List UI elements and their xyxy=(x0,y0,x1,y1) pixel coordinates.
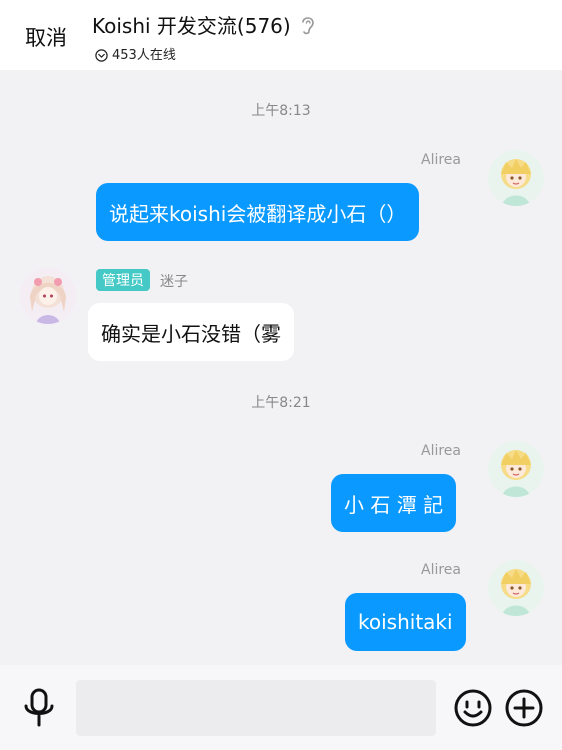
group-title-area[interactable]: Koishi 开发交流(576) 453人在线 xyxy=(92,10,317,63)
microphone-icon[interactable] xyxy=(22,688,56,728)
timestamp: 上午8:21 xyxy=(251,395,311,411)
admin-badge: 管理员 xyxy=(96,269,150,291)
avatar[interactable] xyxy=(488,441,544,497)
chat-header: 取消 Koishi 开发交流(576) 453人在线 xyxy=(0,0,562,70)
chevron-circle-icon xyxy=(95,47,108,62)
sender-name: Alirea xyxy=(421,443,461,459)
cancel-button[interactable]: 取消 xyxy=(25,22,67,52)
online-count: 453人在线 xyxy=(112,48,176,63)
plus-icon[interactable] xyxy=(504,688,544,728)
message-bubble[interactable]: 说起来koishi会被翻译成小石（） xyxy=(96,183,420,241)
sender-name: Alirea xyxy=(421,562,461,578)
ear-icon[interactable] xyxy=(299,14,317,36)
message-bubble[interactable]: 确实是小石没错（雾 xyxy=(88,303,294,361)
avatar[interactable] xyxy=(488,150,544,206)
chat-screen: 取消 Koishi 开发交流(576) 453人在线 上午8:13 Alirea… xyxy=(0,0,562,750)
message-list[interactable]: 上午8:13 Alirea 说起来koishi会被翻译成小石（） 管理员 迷子 … xyxy=(0,70,562,665)
message-input[interactable] xyxy=(76,680,436,736)
sender-name: Alirea xyxy=(421,152,461,168)
group-title: Koishi 开发交流(576) xyxy=(92,14,291,38)
message-bubble[interactable]: 小 石 潭 記 xyxy=(331,474,457,532)
sender-name: 迷子 xyxy=(160,274,188,290)
avatar[interactable] xyxy=(488,560,544,616)
emoji-icon[interactable] xyxy=(453,688,493,728)
timestamp: 上午8:13 xyxy=(251,103,311,119)
avatar[interactable] xyxy=(20,268,76,324)
message-bubble[interactable]: koishitaki xyxy=(345,593,466,651)
